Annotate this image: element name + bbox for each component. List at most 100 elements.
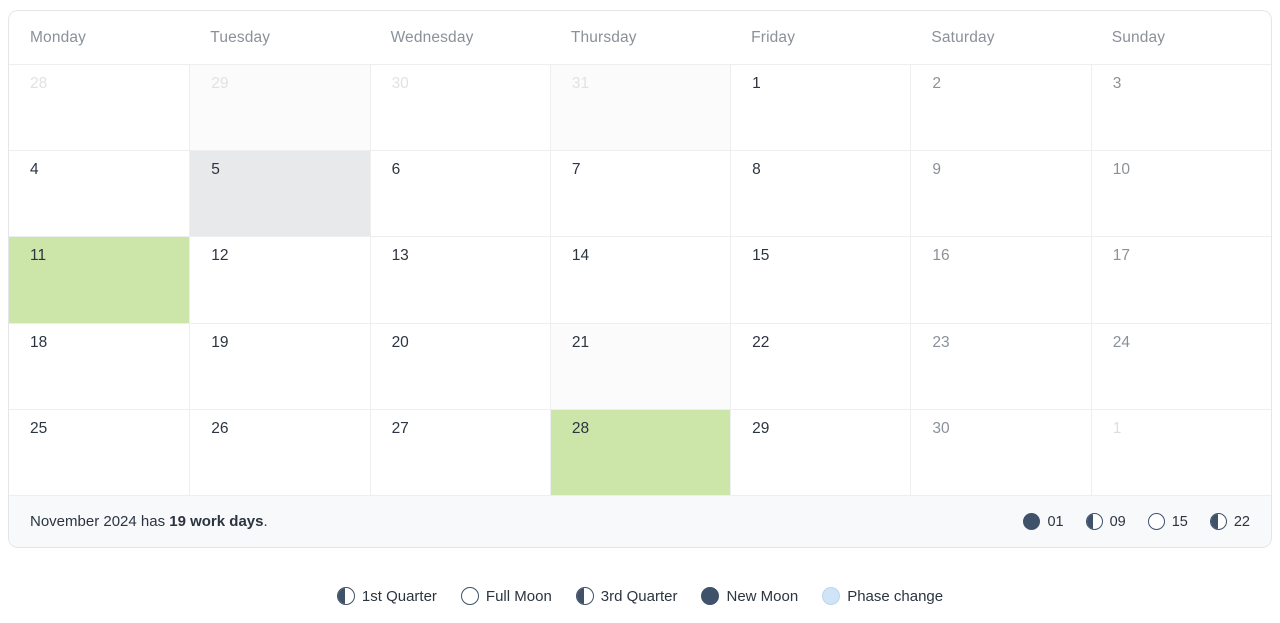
day-cell[interactable]: 3	[1090, 64, 1271, 151]
day-number: 30	[391, 75, 409, 92]
day-cell[interactable]: 20	[369, 322, 550, 409]
legend-item-new: New Moon	[701, 587, 798, 605]
day-number: 1	[752, 75, 761, 92]
day-cell[interactable]: 24	[1090, 322, 1271, 409]
day-cell[interactable]: 1	[1090, 408, 1271, 496]
day-cell[interactable]: 30	[910, 408, 1091, 496]
legend-item-first: 1st Quarter	[336, 587, 437, 605]
moon-phase-summary: 01 09 15 22	[1023, 513, 1250, 530]
legend-item-label: Full Moon	[485, 587, 552, 605]
day-cell[interactable]: 22	[730, 322, 911, 409]
legend-item-label: 3rd Quarter	[600, 587, 678, 605]
weekday-header-sunday: Sunday	[1111, 28, 1166, 46]
calendar-week-row: 11 12 13 14 15 16 17	[9, 236, 1271, 323]
day-number: 3	[1112, 75, 1122, 92]
day-cell[interactable]: 7	[549, 150, 731, 237]
weekday-header-friday: Friday	[751, 28, 796, 46]
day-cell[interactable]: 15	[730, 236, 911, 323]
day-cell[interactable]: 2	[910, 64, 1091, 151]
day-cell[interactable]: 8	[730, 150, 911, 237]
day-number: 25	[30, 419, 48, 437]
day-number: 16	[932, 247, 950, 265]
calendar-week-row: 18 19 20 21 22 23 24	[9, 322, 1271, 409]
calendar-grid: 28 29 30 31 1 2 3 4 5 6 7 8 9 10 11 12 13 14 15 16 17 18 19 20 2…	[9, 64, 1271, 496]
day-number: 17	[1112, 247, 1130, 265]
day-cell[interactable]: 25	[9, 408, 190, 496]
day-cell[interactable]: 23	[910, 322, 1091, 409]
day-cell[interactable]: 28	[549, 408, 731, 496]
day-number: 18	[30, 333, 48, 351]
day-cell[interactable]: 19	[189, 322, 370, 409]
day-number: 26	[211, 419, 229, 437]
day-number: 4	[30, 161, 39, 179]
day-cell[interactable]: 13	[369, 236, 550, 323]
day-number: 28	[571, 419, 590, 437]
day-cell[interactable]: 31	[549, 64, 731, 151]
moon-change-icon	[822, 587, 841, 605]
weekday-header-thursday: Thursday	[570, 28, 637, 46]
work-days-note-suffix: .	[263, 513, 268, 530]
moon-event[interactable]: 22	[1209, 513, 1250, 530]
moon-event[interactable]: 09	[1085, 513, 1126, 530]
day-cell[interactable]: 6	[369, 150, 550, 237]
day-cell[interactable]: 5	[189, 150, 370, 237]
day-cell[interactable]: 28	[9, 64, 190, 151]
day-number: 9	[932, 161, 942, 179]
moon-event-day: 15	[1171, 513, 1188, 530]
legend-item-label: 1st Quarter	[361, 587, 437, 605]
day-number: 28	[30, 75, 48, 92]
day-number: 7	[571, 161, 581, 179]
day-number: 31	[571, 75, 590, 92]
day-number: 6	[391, 161, 401, 179]
day-cell[interactable]: 21	[549, 322, 731, 409]
day-cell[interactable]: 29	[730, 408, 911, 496]
work-days-note-prefix: November 2024 has	[30, 513, 170, 530]
day-cell[interactable]: 26	[189, 408, 370, 496]
moon-phase-legend: 1st Quarter Full Moon 3rd Quarter New Moon P…	[0, 578, 1280, 614]
work-days-note: November 2024 has 19 work days.	[30, 513, 268, 530]
moon-new-icon	[701, 587, 720, 605]
day-number: 11	[30, 247, 47, 265]
weekday-header-saturday: Saturday	[931, 28, 995, 46]
moon-third-icon	[575, 587, 594, 605]
work-days-count: 19 work days	[169, 513, 264, 530]
day-cell[interactable]: 30	[369, 64, 550, 151]
moon-event-day: 09	[1109, 513, 1126, 530]
day-number: 14	[571, 247, 590, 265]
moon-first-icon	[336, 587, 355, 605]
day-cell[interactable]: 17	[1090, 236, 1271, 323]
day-number: 21	[571, 333, 590, 351]
moon-first-icon	[1085, 513, 1103, 530]
day-number: 30	[932, 419, 950, 437]
moon-event[interactable]: 01	[1023, 513, 1064, 530]
day-cell[interactable]: 18	[9, 322, 190, 409]
moon-event-day: 22	[1233, 513, 1250, 530]
moon-event[interactable]: 15	[1147, 513, 1188, 530]
day-cell[interactable]: 29	[189, 64, 370, 151]
day-number: 5	[211, 161, 220, 179]
day-cell[interactable]: 11	[9, 236, 190, 323]
day-cell[interactable]: 10	[1090, 150, 1271, 237]
calendar-week-row: 28 29 30 31 1 2 3	[9, 64, 1271, 151]
moon-new-icon	[1023, 513, 1041, 530]
legend-item-label: New Moon	[726, 587, 799, 605]
day-number: 2	[932, 75, 942, 92]
day-number: 29	[752, 419, 770, 437]
day-cell[interactable]: 16	[910, 236, 1091, 323]
calendar-card: Monday Tuesday Wednesday Thursday Friday Satu…	[8, 10, 1272, 548]
calendar-week-row: 25 26 27 28 29 30 1	[9, 408, 1271, 496]
day-cell[interactable]: 4	[9, 150, 190, 237]
month-calendar-page: Monday Tuesday Wednesday Thursday Friday Satu…	[0, 0, 1280, 623]
calendar-footer: November 2024 has 19 work days. 01 09 15 22	[9, 495, 1271, 547]
day-cell[interactable]: 27	[369, 408, 550, 496]
day-cell[interactable]: 12	[189, 236, 370, 323]
weekday-header-wednesday: Wednesday	[390, 28, 474, 46]
day-cell[interactable]: 9	[910, 150, 1091, 237]
day-cell[interactable]: 14	[549, 236, 731, 323]
legend-item-third: 3rd Quarter	[575, 587, 678, 605]
day-number: 10	[1112, 161, 1130, 179]
moon-full-icon	[1147, 513, 1165, 530]
weekday-header-row: Monday Tuesday Wednesday Thursday Friday Satu…	[9, 11, 1271, 64]
moon-full-icon	[460, 587, 479, 605]
day-cell[interactable]: 1	[730, 64, 911, 151]
